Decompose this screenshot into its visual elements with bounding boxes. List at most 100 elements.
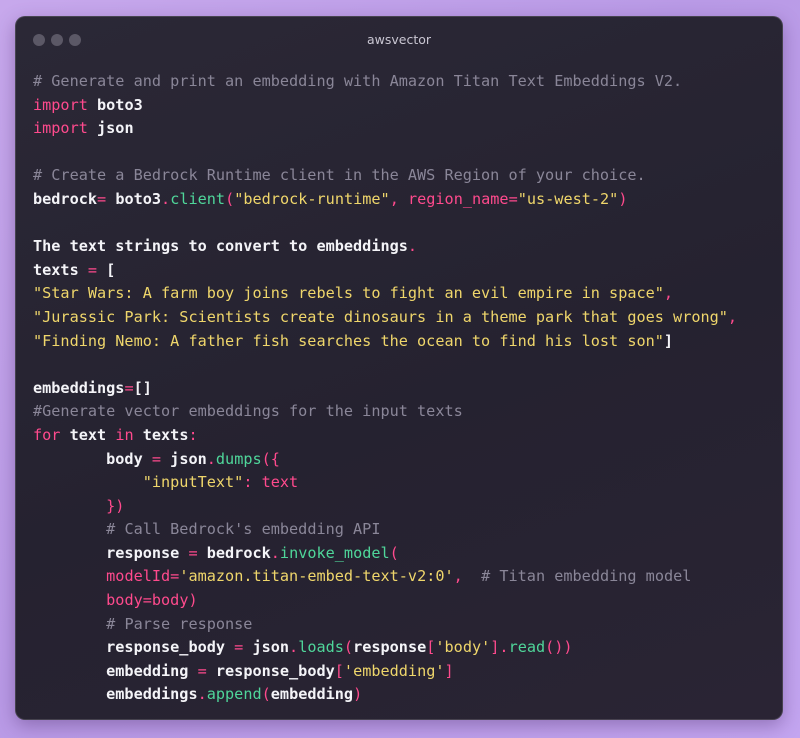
code-token: "bedrock-runtime"	[234, 189, 390, 208]
code-token: (	[261, 685, 271, 704]
code-token: =	[170, 567, 180, 586]
code-token: =	[188, 543, 198, 562]
code-token: body	[106, 591, 143, 610]
code-line: import json	[33, 117, 773, 141]
code-token: .	[161, 189, 171, 208]
code-line: response_body = json.loads(response['bod…	[33, 636, 773, 660]
code-token: )	[188, 591, 198, 610]
code-token: )	[618, 189, 628, 208]
code-line: embeddings=[]	[33, 377, 773, 401]
code-line: bedrock= boto3.client("bedrock-runtime",…	[33, 188, 773, 212]
code-token: })	[106, 496, 125, 515]
code-token: embedding	[33, 661, 198, 680]
code-token: (	[225, 189, 235, 208]
code-window: awsvector # Generate and print an embedd…	[15, 16, 783, 720]
code-line: "Jurassic Park: Scientists create dinosa…	[33, 306, 773, 330]
code-token: response_body	[33, 638, 235, 657]
code-token: :	[188, 425, 198, 444]
code-line: body=body)	[33, 589, 773, 613]
code-line: for text in texts:	[33, 424, 773, 448]
code-token: "Star Wars: A farm boy joins rebels to f…	[33, 284, 664, 303]
code-line: import boto3	[33, 94, 773, 118]
code-token: json	[243, 638, 290, 657]
code-token: (	[343, 638, 354, 657]
code-token: embeddings	[33, 685, 198, 704]
title-bar: awsvector	[15, 16, 783, 64]
code-token: ())	[545, 638, 573, 657]
code-token: ,	[453, 567, 463, 586]
code-token: ]	[444, 661, 454, 680]
code-line: # Create a Bedrock Runtime client in the…	[33, 164, 773, 188]
code-token: # Titan embedding model	[481, 567, 692, 586]
code-token: for	[33, 425, 61, 444]
code-line: })	[33, 495, 773, 519]
code-token: import	[33, 119, 88, 138]
code-token: in	[115, 425, 134, 444]
code-token: # Call Bedrock's embedding API	[106, 520, 381, 539]
code-block: # Generate and print an embedding with A…	[33, 70, 773, 707]
code-token: [	[334, 661, 344, 680]
code-token: client	[170, 189, 226, 208]
code-line: #Generate vector embeddings for the inpu…	[33, 400, 773, 424]
code-token: texts	[133, 425, 189, 444]
code-token: response	[33, 543, 189, 562]
code-token: =	[124, 378, 134, 397]
code-token: bedrock	[33, 189, 98, 208]
code-token: .	[270, 543, 280, 562]
code-token: =	[234, 638, 244, 657]
code-line: modelId='amazon.titan-embed-text-v2:0', …	[33, 565, 773, 589]
code-token: []	[133, 378, 152, 397]
code-line: # Generate and print an embedding with A…	[33, 70, 773, 94]
code-token: bedrock	[197, 543, 271, 562]
window-title: awsvector	[366, 32, 432, 47]
code-token: ,	[727, 307, 738, 326]
code-token: .	[197, 685, 207, 704]
code-token: .	[206, 449, 216, 468]
code-token: =	[97, 189, 107, 208]
code-token: embedding	[270, 685, 354, 704]
code-token: response	[353, 638, 427, 657]
code-token: ]	[663, 331, 674, 350]
code-token: .	[407, 237, 418, 256]
code-line: body = json.dumps({	[33, 448, 773, 472]
code-token: embeddings	[33, 378, 125, 397]
code-token: ({	[261, 449, 280, 468]
code-token: =	[508, 189, 518, 208]
code-token: modelId	[106, 567, 171, 586]
code-token: texts	[33, 260, 88, 279]
code-token: :	[243, 473, 262, 492]
code-line: embeddings.append(embedding)	[33, 683, 773, 707]
code-token: # Parse response	[106, 614, 253, 633]
code-token: (	[389, 543, 399, 562]
code-token: response_body	[206, 661, 335, 680]
code-token: The text strings to convert to embedding…	[33, 237, 408, 256]
code-token: ,	[663, 284, 674, 303]
code-token: =	[197, 661, 207, 680]
code-token: ].	[490, 638, 509, 657]
code-token: text	[60, 425, 116, 444]
code-token: invoke_model	[279, 543, 390, 562]
code-token: ,	[389, 189, 408, 208]
code-token: region_name	[407, 189, 509, 208]
code-line: texts = [	[33, 259, 773, 283]
code-token: text	[261, 473, 299, 492]
code-line: # Call Bedrock's embedding API	[33, 518, 773, 542]
code-token: 'amazon.titan-embed-text-v2:0'	[179, 567, 454, 586]
code-token: json	[87, 119, 134, 138]
code-line: "inputText": text	[33, 471, 773, 495]
code-token: 'body'	[435, 638, 491, 657]
code-token: boto3	[87, 95, 143, 114]
code-token: import	[33, 95, 88, 114]
code-token: read	[508, 638, 546, 657]
code-token: 'embedding'	[343, 661, 445, 680]
code-token: # Create a Bedrock Runtime client in the…	[33, 166, 646, 185]
